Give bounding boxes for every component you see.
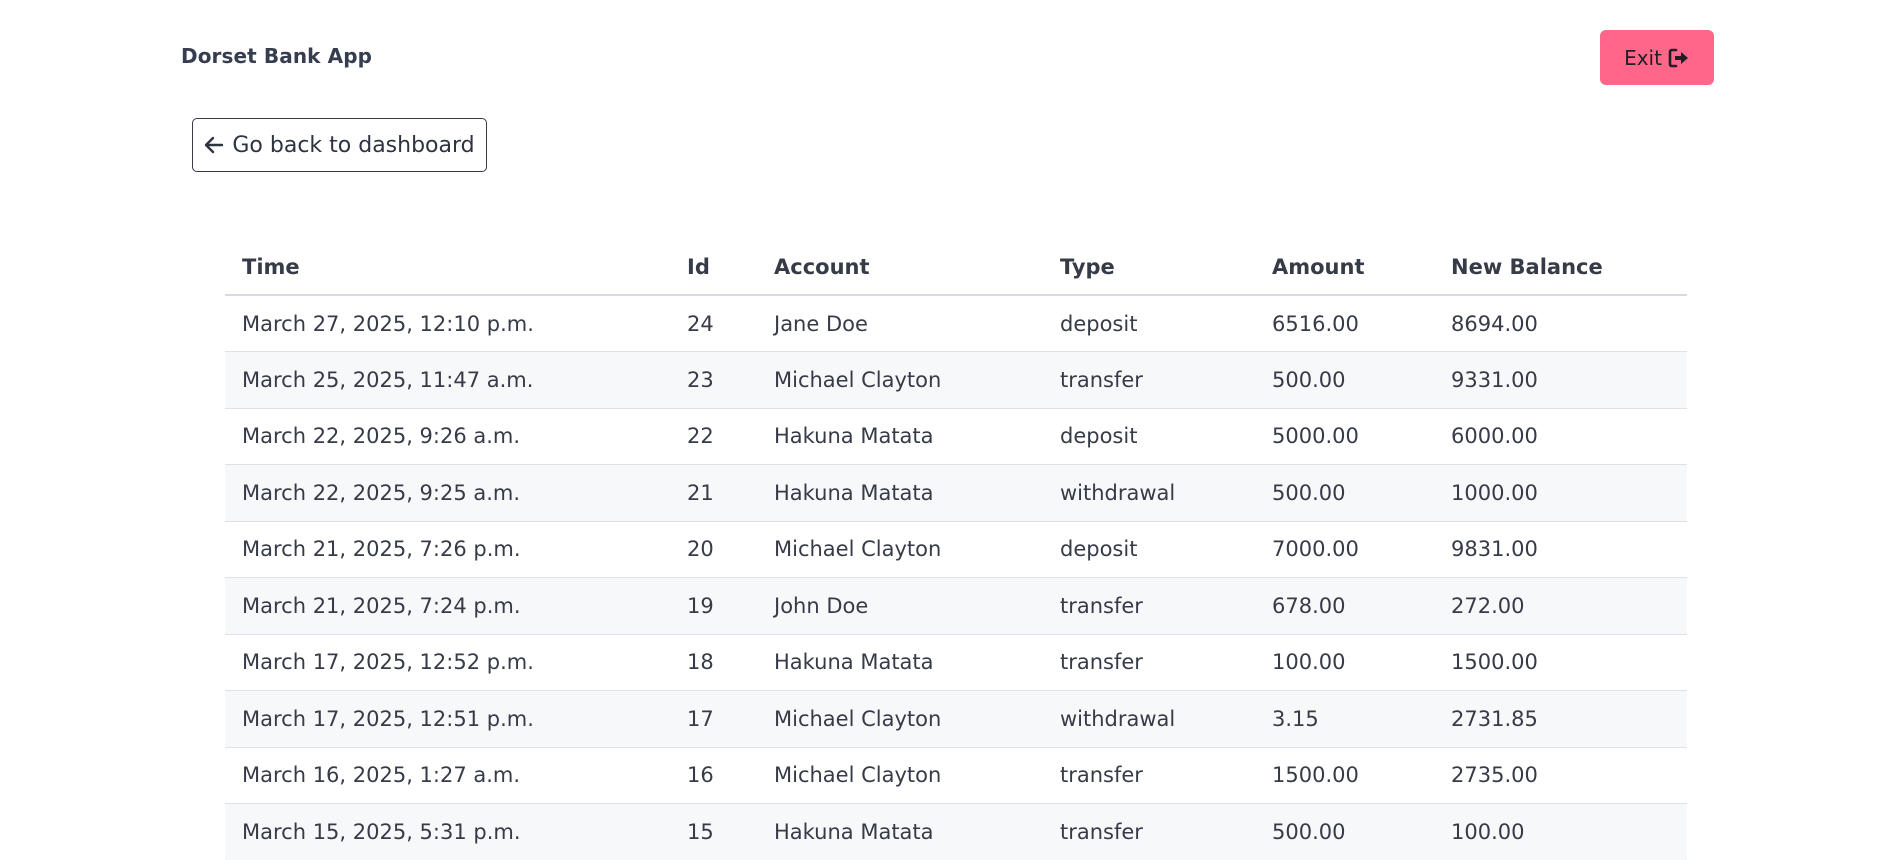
back-to-dashboard-button[interactable]: Go back to dashboard	[192, 118, 487, 172]
table-row: March 27, 2025, 12:10 p.m. 24 Jane Doe d…	[225, 295, 1687, 352]
cell-time: March 16, 2025, 1:27 a.m.	[225, 747, 670, 804]
sign-out-icon	[1668, 48, 1690, 68]
cell-type: transfer	[1043, 747, 1255, 804]
header-new-balance: New Balance	[1434, 240, 1687, 296]
cell-new-balance: 272.00	[1434, 577, 1687, 635]
cell-new-balance: 1500.00	[1434, 634, 1687, 691]
cell-new-balance: 6000.00	[1434, 408, 1687, 465]
cell-account: Hakuna Matata	[757, 464, 1043, 522]
cell-id: 24	[670, 295, 757, 352]
table-row: March 16, 2025, 1:27 a.m. 16 Michael Cla…	[225, 747, 1687, 804]
cell-amount: 5000.00	[1255, 408, 1434, 465]
arrow-left-icon	[204, 136, 224, 154]
cell-id: 22	[670, 408, 757, 465]
cell-new-balance: 9331.00	[1434, 351, 1687, 409]
cell-account: Hakuna Matata	[757, 634, 1043, 691]
table-row: March 25, 2025, 11:47 a.m. 23 Michael Cl…	[225, 351, 1687, 409]
cell-account: Michael Clayton	[757, 690, 1043, 748]
cell-id: 23	[670, 351, 757, 409]
cell-new-balance: 1000.00	[1434, 464, 1687, 522]
cell-type: transfer	[1043, 634, 1255, 691]
page: Dorset Bank App Exit Go back to dashboar…	[0, 0, 1893, 860]
cell-time: March 22, 2025, 9:26 a.m.	[225, 408, 670, 465]
header-account: Account	[757, 240, 1043, 296]
cell-amount: 3.15	[1255, 690, 1434, 748]
cell-type: deposit	[1043, 521, 1255, 578]
back-button-label: Go back to dashboard	[232, 132, 475, 158]
cell-time: March 21, 2025, 7:24 p.m.	[225, 577, 670, 635]
header-amount: Amount	[1255, 240, 1434, 296]
cell-time: March 21, 2025, 7:26 p.m.	[225, 521, 670, 578]
cell-time: March 15, 2025, 5:31 p.m.	[225, 803, 670, 860]
table-row: March 22, 2025, 9:25 a.m. 21 Hakuna Mata…	[225, 464, 1687, 522]
cell-account: Michael Clayton	[757, 747, 1043, 804]
cell-account: Hakuna Matata	[757, 803, 1043, 860]
transactions-table: Time Id Account Type Amount New Balance …	[225, 240, 1687, 860]
header-id: Id	[670, 240, 757, 296]
cell-time: March 17, 2025, 12:52 p.m.	[225, 634, 670, 691]
cell-amount: 1500.00	[1255, 747, 1434, 804]
cell-amount: 500.00	[1255, 464, 1434, 522]
cell-amount: 100.00	[1255, 634, 1434, 691]
cell-account: Hakuna Matata	[757, 408, 1043, 465]
cell-type: transfer	[1043, 351, 1255, 409]
cell-new-balance: 100.00	[1434, 803, 1687, 860]
table-row: March 17, 2025, 12:52 p.m. 18 Hakuna Mat…	[225, 634, 1687, 691]
table-row: March 21, 2025, 7:26 p.m. 20 Michael Cla…	[225, 521, 1687, 578]
cell-type: transfer	[1043, 803, 1255, 860]
cell-id: 17	[670, 690, 757, 748]
header-time: Time	[225, 240, 670, 296]
cell-id: 15	[670, 803, 757, 860]
cell-type: deposit	[1043, 408, 1255, 465]
cell-account: Jane Doe	[757, 295, 1043, 352]
table-row: March 21, 2025, 7:24 p.m. 19 John Doe tr…	[225, 577, 1687, 635]
cell-new-balance: 8694.00	[1434, 295, 1687, 352]
header-type: Type	[1043, 240, 1255, 296]
cell-new-balance: 2735.00	[1434, 747, 1687, 804]
app-title: Dorset Bank App	[181, 44, 373, 68]
cell-time: March 25, 2025, 11:47 a.m.	[225, 351, 670, 409]
cell-type: transfer	[1043, 577, 1255, 635]
cell-amount: 500.00	[1255, 803, 1434, 860]
cell-amount: 500.00	[1255, 351, 1434, 409]
cell-amount: 7000.00	[1255, 521, 1434, 578]
cell-time: March 22, 2025, 9:25 a.m.	[225, 464, 670, 522]
cell-new-balance: 9831.00	[1434, 521, 1687, 578]
cell-id: 20	[670, 521, 757, 578]
cell-new-balance: 2731.85	[1434, 690, 1687, 748]
table-row: March 15, 2025, 5:31 p.m. 15 Hakuna Mata…	[225, 803, 1687, 860]
cell-type: withdrawal	[1043, 690, 1255, 748]
cell-type: deposit	[1043, 295, 1255, 352]
exit-button[interactable]: Exit	[1600, 30, 1714, 85]
cell-account: John Doe	[757, 577, 1043, 635]
cell-id: 19	[670, 577, 757, 635]
cell-time: March 17, 2025, 12:51 p.m.	[225, 690, 670, 748]
cell-type: withdrawal	[1043, 464, 1255, 522]
cell-account: Michael Clayton	[757, 351, 1043, 409]
cell-id: 21	[670, 464, 757, 522]
cell-id: 16	[670, 747, 757, 804]
cell-id: 18	[670, 634, 757, 691]
cell-amount: 678.00	[1255, 577, 1434, 635]
table-row: March 17, 2025, 12:51 p.m. 17 Michael Cl…	[225, 690, 1687, 748]
cell-time: March 27, 2025, 12:10 p.m.	[225, 295, 670, 352]
table-header-row: Time Id Account Type Amount New Balance	[225, 240, 1687, 296]
table-row: March 22, 2025, 9:26 a.m. 22 Hakuna Mata…	[225, 408, 1687, 465]
exit-label: Exit	[1624, 45, 1662, 70]
cell-amount: 6516.00	[1255, 295, 1434, 352]
cell-account: Michael Clayton	[757, 521, 1043, 578]
